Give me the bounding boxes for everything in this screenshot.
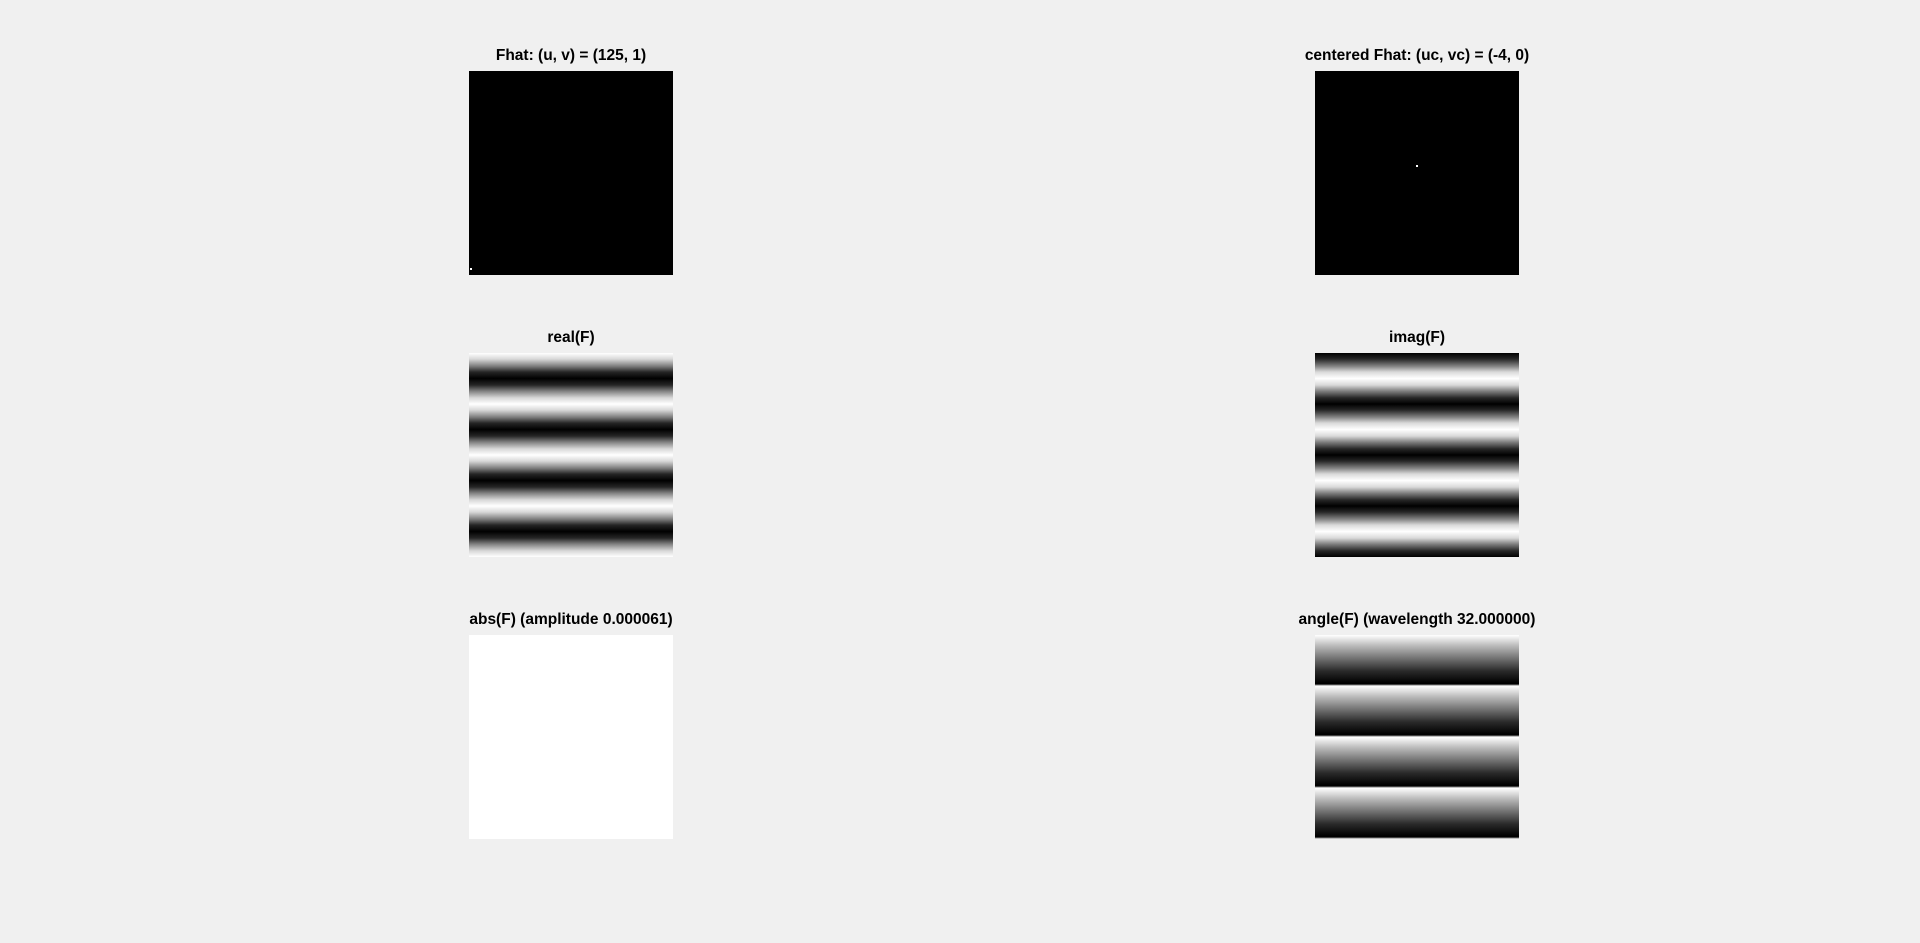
angle-image — [1315, 635, 1519, 839]
fhat-peak-pixel — [470, 268, 472, 270]
subplot-title-real: real(F) — [547, 329, 595, 346]
fhat-image — [469, 71, 673, 275]
subplot-title-fhat: Fhat: (u, v) = (125, 1) — [495, 47, 647, 64]
subplot-imag: imag(F) — [1315, 329, 1519, 557]
subplot-centered-fhat: centered Fhat: (uc, vc) = (-4, 0) — [1305, 47, 1529, 275]
figure-canvas: Fhat: (u, v) = (125, 1) centered Fhat: (… — [0, 0, 1920, 943]
abs-image — [469, 635, 673, 839]
subplot-title-angle: angle(F) (wavelength 32.000000) — [1298, 611, 1536, 628]
real-image — [469, 353, 673, 557]
imag-image — [1315, 353, 1519, 557]
subplot-angle: angle(F) (wavelength 32.000000) — [1299, 611, 1535, 839]
centered-fhat-image — [1315, 71, 1519, 275]
centered-fhat-peak-pixel — [1416, 165, 1418, 167]
subplot-abs: abs(F) (amplitude 0.000061) — [469, 611, 673, 839]
subplot-title-abs: abs(F) (amplitude 0.000061) — [469, 611, 673, 628]
subplot-fhat: Fhat: (u, v) = (125, 1) — [469, 47, 673, 275]
subplot-real: real(F) — [469, 329, 673, 557]
subplot-title-centered-fhat: centered Fhat: (uc, vc) = (-4, 0) — [1304, 47, 1530, 64]
subplot-title-imag: imag(F) — [1389, 329, 1445, 346]
